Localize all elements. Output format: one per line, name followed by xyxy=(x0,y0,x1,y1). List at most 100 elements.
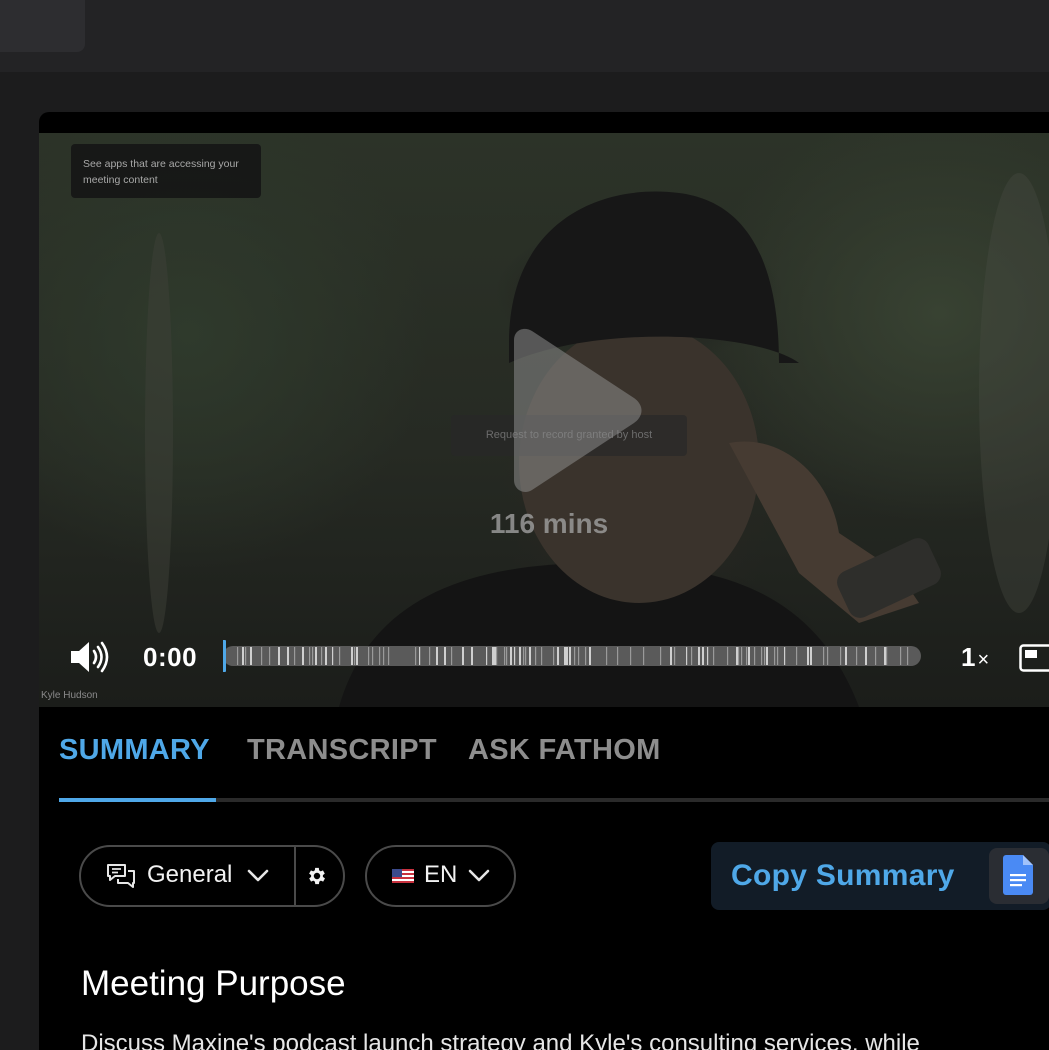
google-docs-icon xyxy=(1003,855,1033,895)
timeline-activity-tick xyxy=(525,647,527,665)
timeline-activity-tick xyxy=(351,647,353,665)
copy-summary-button[interactable]: Copy Summary xyxy=(711,842,1049,910)
timeline-activity-tick xyxy=(444,647,446,665)
timeline-activity-tick xyxy=(451,647,453,665)
timeline-activity-tick xyxy=(606,647,608,665)
summary-settings-button[interactable] xyxy=(296,847,343,905)
pip-icon[interactable] xyxy=(1019,644,1049,672)
timeline-activity-tick xyxy=(471,647,473,665)
video-timeline[interactable] xyxy=(223,640,921,672)
language-select[interactable]: EN xyxy=(365,845,516,907)
us-flag-icon xyxy=(392,869,414,883)
tab-ask-fathom[interactable]: ASK FATHOM xyxy=(468,734,661,767)
timeline-activity-tick xyxy=(486,647,488,665)
current-time: 0:00 xyxy=(143,642,198,672)
timeline-activity-tick xyxy=(415,647,417,665)
timeline-activity-tick xyxy=(827,647,829,665)
tab-transcript[interactable]: TRANSCRIPT xyxy=(247,734,437,767)
timeline-activity-tick xyxy=(777,647,779,665)
timeline-activity-tick xyxy=(784,647,786,665)
timeline-track xyxy=(223,640,921,672)
timeline-activity-tick xyxy=(383,647,385,665)
timeline-activity-tick xyxy=(660,647,662,665)
timeline-activity-tick xyxy=(691,647,693,665)
apps-access-notice: See apps that are accessing your meeting… xyxy=(71,144,261,198)
timeline-activity-tick xyxy=(535,647,537,665)
timeline-activity-tick xyxy=(242,647,244,665)
timeline-activity-tick xyxy=(630,647,632,665)
timeline-activity-tick xyxy=(302,647,304,665)
timeline-activity-tick xyxy=(514,647,516,665)
active-tab-indicator xyxy=(59,798,216,802)
timeline-activity-tick xyxy=(250,647,252,665)
timeline-activity-tick xyxy=(287,647,289,665)
timeline-activity-tick xyxy=(309,647,311,665)
timeline-activity-tick xyxy=(643,647,645,665)
timeline-activity-tick xyxy=(504,647,506,665)
timeline-activity-tick xyxy=(796,647,798,665)
tab-summary[interactable]: SUMMARY xyxy=(59,734,210,767)
timeline-activity-tick xyxy=(578,647,580,665)
timeline-activity-tick xyxy=(774,647,776,665)
timeline-activity-tick xyxy=(245,647,247,665)
timeline-activity-tick xyxy=(519,647,521,665)
timeline-activity-tick xyxy=(372,647,374,665)
playback-speed-button[interactable]: 1 × xyxy=(961,642,989,673)
timeline-activity-tick xyxy=(339,647,341,665)
timeline-activity-tick xyxy=(585,647,587,665)
timeline-activity-tick xyxy=(886,647,888,665)
timeline-activity-tick xyxy=(278,647,280,665)
video-player[interactable]: See apps that are accessing your meeting… xyxy=(39,133,1049,707)
timeline-activity-tick xyxy=(670,647,672,665)
timeline-activity-tick xyxy=(761,647,763,665)
timeline-activity-tick xyxy=(553,647,555,665)
section-title: Meeting Purpose xyxy=(81,964,346,1003)
timeline-activity-tick xyxy=(823,647,825,665)
timeline-activity-tick xyxy=(707,647,709,665)
timeline-activity-tick xyxy=(496,647,498,665)
google-docs-button[interactable] xyxy=(989,848,1049,904)
timeline-activity-tick xyxy=(766,647,768,665)
timeline-activity-tick xyxy=(494,647,496,665)
timeline-activity-tick xyxy=(312,647,314,665)
section-body: Discuss Maxine's podcast launch strategy… xyxy=(81,1030,920,1050)
top-bar xyxy=(0,0,1049,72)
timeline-activity-tick xyxy=(269,647,271,665)
timeline-activity-tick xyxy=(907,647,909,665)
timeline-activity-tick xyxy=(840,647,842,665)
timeline-activity-tick xyxy=(754,647,756,665)
play-icon[interactable] xyxy=(494,328,644,493)
timeline-activity-tick xyxy=(845,647,847,665)
top-bar-tab[interactable] xyxy=(0,0,85,52)
timeline-activity-tick xyxy=(736,647,738,665)
timeline-activity-tick xyxy=(698,647,700,665)
timeline-activity-tick xyxy=(462,647,464,665)
timeline-activity-tick xyxy=(332,647,334,665)
timeline-activity-tick xyxy=(856,647,858,665)
timeline-activity-tick xyxy=(321,647,323,665)
timeline-activity-tick xyxy=(523,647,525,665)
timeline-activity-tick xyxy=(368,647,370,665)
timeline-activity-tick xyxy=(436,647,438,665)
content-tabs: SUMMARY TRANSCRIPT ASK FATHOM xyxy=(59,734,1049,804)
timeline-activity-tick xyxy=(566,647,568,665)
summary-mode-select[interactable]: General xyxy=(81,847,295,905)
timeline-activity-tick xyxy=(589,647,591,665)
video-duration: 116 mins xyxy=(489,508,609,539)
timeline-activity-tick xyxy=(865,647,867,665)
volume-icon[interactable] xyxy=(69,638,111,676)
timeline-activity-tick xyxy=(748,647,750,665)
timeline-activity-tick xyxy=(900,647,902,665)
timeline-activity-tick xyxy=(764,647,766,665)
summary-mode-control: General xyxy=(79,845,345,907)
player-controls: 0:00 1 × xyxy=(39,628,1049,688)
timeline-activity-tick xyxy=(674,647,676,665)
playback-speed-value: 1 xyxy=(961,642,976,672)
timeline-activity-tick xyxy=(686,647,688,665)
timeline-activity-tick xyxy=(529,647,531,665)
timeline-activity-tick xyxy=(738,647,740,665)
timeline-activity-tick xyxy=(807,647,809,665)
playhead[interactable] xyxy=(223,640,226,672)
timeline-activity-tick xyxy=(557,647,559,665)
timeline-activity-tick xyxy=(713,647,715,665)
